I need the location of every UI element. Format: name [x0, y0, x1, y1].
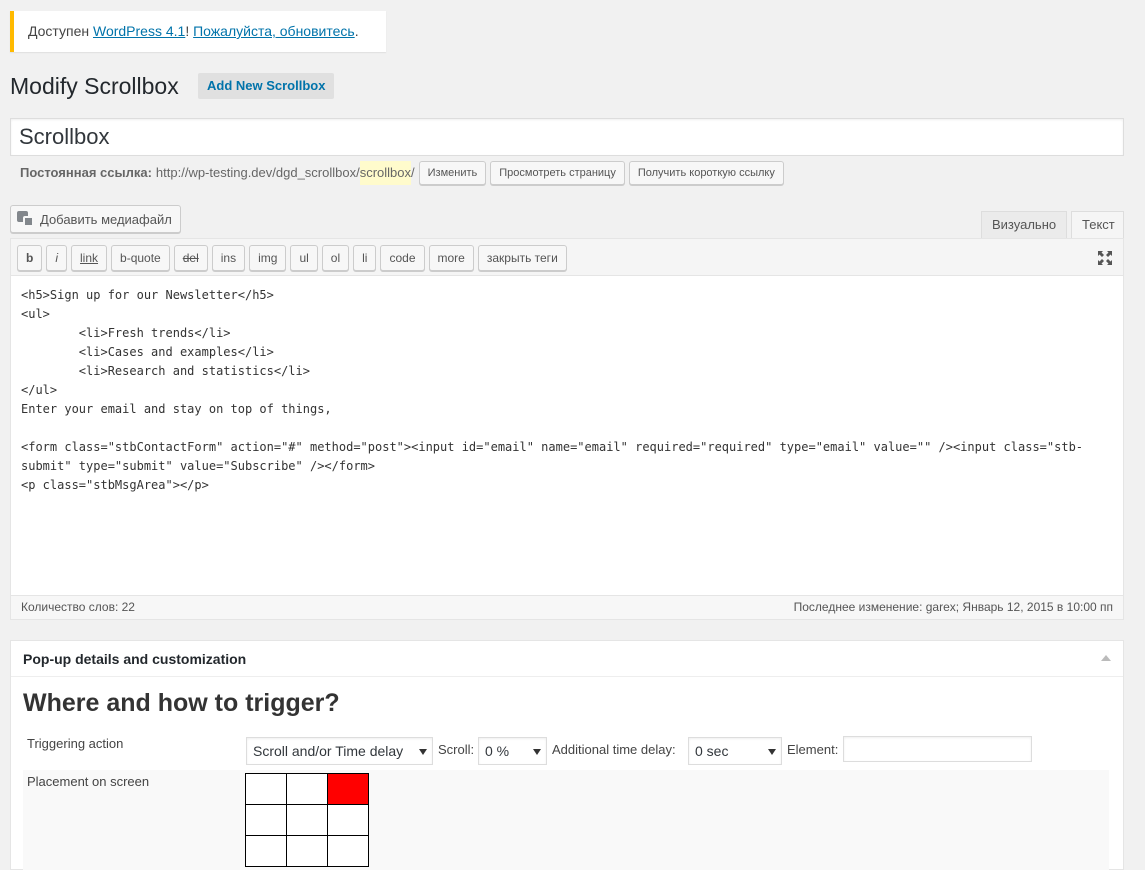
placement-cell[interactable] [328, 836, 369, 867]
permalink-slug[interactable]: scrollbox [359, 161, 411, 185]
add-new-scrollbox-button[interactable]: Add New Scrollbox [198, 73, 335, 99]
word-count: Количество слов: 22 [21, 600, 135, 614]
chevron-down-icon [533, 749, 541, 755]
collapse-arrow-icon[interactable] [1101, 655, 1111, 661]
qt-ol-button[interactable]: ol [321, 245, 350, 271]
permalink-trailing: / [411, 165, 415, 180]
permalink-label: Постоянная ссылка: [20, 165, 152, 180]
trigger-select-value: Scroll and/or Time delay [253, 743, 404, 759]
update-notice: Доступен WordPress 4.1! Пожалуйста, обно… [10, 11, 386, 52]
section-title: Where and how to trigger? [23, 689, 340, 717]
placement-cell[interactable] [246, 774, 287, 805]
placement-grid [245, 773, 369, 867]
placement-cell-selected[interactable] [328, 774, 369, 805]
permalink-url-base[interactable]: http://wp-testing.dev/dgd_scrollbox/ [156, 161, 360, 185]
qt-italic-button[interactable]: i [46, 245, 68, 271]
qt-img-button[interactable]: img [249, 245, 287, 271]
qt-code-button[interactable]: code [380, 245, 425, 271]
quicktags-toolbar: b i link b-quote del ins img ul ol li co… [11, 239, 1123, 276]
tab-text[interactable]: Текст [1071, 211, 1124, 239]
placement-cell[interactable] [287, 836, 328, 867]
metabox-header[interactable]: Pop-up details and customization [11, 641, 1123, 677]
notice-separator: ! [185, 23, 194, 39]
placement-cell[interactable] [287, 774, 328, 805]
popup-details-metabox: Pop-up details and customization Where a… [10, 640, 1124, 870]
time-delay-select[interactable]: 0 sec [688, 737, 782, 765]
text-editor: b i link b-quote del ins img ul ol li co… [10, 238, 1124, 620]
qt-close-tags-button[interactable]: закрыть теги [477, 245, 567, 271]
get-shortlink-button[interactable]: Получить короткую ссылку [628, 161, 784, 185]
media-icon [17, 211, 35, 227]
editor-statusbar: Количество слов: 22 Последнее изменение:… [11, 595, 1123, 619]
placement-label: Placement on screen [27, 774, 150, 789]
element-input[interactable] [843, 736, 1032, 762]
scroll-label: Scroll: [438, 742, 475, 757]
chevron-down-icon [768, 749, 776, 755]
qt-li-button[interactable]: li [353, 245, 377, 271]
post-title-input[interactable]: Scrollbox [10, 118, 1124, 156]
page-title: Modify Scrollbox [10, 73, 179, 99]
chevron-down-icon [419, 749, 427, 755]
update-link[interactable]: Пожалуйста, обновитесь [193, 23, 355, 39]
scroll-select-value: 0 % [485, 743, 510, 759]
element-label: Element: [787, 742, 839, 757]
fullscreen-icon[interactable] [1097, 250, 1113, 266]
time-delay-label: Additional time delay: [552, 742, 676, 757]
qt-del-button[interactable]: del [173, 245, 208, 271]
add-media-label: Добавить медиафайл [40, 211, 172, 227]
time-delay-select-value: 0 sec [695, 743, 729, 759]
qt-ul-button[interactable]: ul [290, 245, 318, 271]
qt-ins-button[interactable]: ins [211, 245, 246, 271]
placement-cell[interactable] [246, 805, 287, 836]
scroll-select[interactable]: 0 % [478, 737, 547, 765]
placement-cell[interactable] [246, 836, 287, 867]
last-edited: Последнее изменение: garex; Январь 12, 2… [793, 600, 1113, 614]
tab-visual[interactable]: Визуально [981, 211, 1068, 239]
notice-prefix: Доступен [28, 23, 93, 39]
placement-row [23, 770, 1109, 870]
qt-link-button[interactable]: link [71, 245, 108, 271]
placement-cell[interactable] [328, 805, 369, 836]
editor-textarea[interactable]: <h5>Sign up for our Newsletter</h5> <ul>… [11, 276, 1123, 595]
add-media-button[interactable]: Добавить медиафайл [10, 205, 181, 233]
notice-suffix: . [354, 23, 359, 39]
wordpress-version-link[interactable]: WordPress 4.1 [93, 23, 185, 39]
trigger-select[interactable]: Scroll and/or Time delay [246, 737, 433, 765]
permalink-row: Постоянная ссылка: http://wp-testing.dev… [20, 160, 784, 186]
qt-more-button[interactable]: more [428, 245, 474, 271]
view-page-button[interactable]: Просмотреть страницу [490, 161, 625, 185]
metabox-title: Pop-up details and customization [23, 651, 247, 667]
qt-bold-button[interactable]: b [17, 245, 43, 271]
placement-cell[interactable] [287, 805, 328, 836]
edit-permalink-button[interactable]: Изменить [418, 161, 487, 185]
triggering-action-label: Triggering action [27, 736, 124, 751]
qt-blockquote-button[interactable]: b-quote [111, 245, 170, 271]
